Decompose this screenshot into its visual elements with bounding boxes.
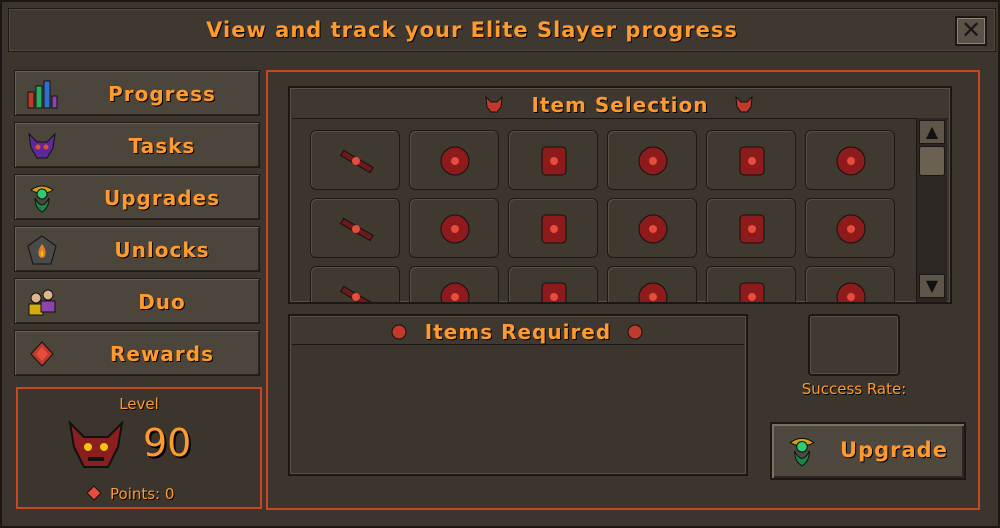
items-required-title: Items Required [424,320,612,344]
bow-weapon-icon [339,285,374,302]
item-slot[interactable] [607,130,697,190]
chaps-icon [638,282,668,302]
item-slot[interactable] [310,266,400,302]
two-players-icon [28,289,56,316]
scroll-up-icon[interactable]: ▲ [919,120,945,144]
level-value: 90 [143,421,192,465]
item-grid [290,118,910,302]
window-title: View and track your Elite Slayer progres… [206,18,738,42]
item-slot[interactable] [508,130,598,190]
item-selection-header: Item Selection [292,90,948,119]
red-gem-icon [627,324,643,340]
flame-badge-icon [27,235,57,265]
points-label: Points: 0 [110,485,175,503]
item-scrollbar[interactable]: ▲ ▼ [916,118,947,302]
item-slot[interactable] [805,198,895,258]
item-slot[interactable] [409,198,499,258]
item-selection-panel: Item Selection ▲ ▼ [288,86,952,304]
mage-hat-icon [440,214,470,244]
sidebar-item-label: Progress [108,82,216,106]
helmet-icon [440,146,470,176]
success-rate-label: Success Rate: [801,380,907,398]
item-slot[interactable] [409,266,499,302]
demon-head-icon [28,132,56,159]
sidebar-item-label: Duo [138,290,186,314]
chestplate-icon [541,214,567,244]
close-button[interactable]: ✕ [955,16,987,46]
sidebar-item-unlocks[interactable]: Unlocks [14,226,260,272]
item-slot[interactable] [805,266,895,302]
level-label: Level [119,395,159,413]
bar-chart-icon [27,80,58,109]
vambraces-icon [836,214,866,244]
sidebar-item-label: Upgrades [103,186,221,210]
slayer-demon-icon [68,420,124,468]
item-slot[interactable] [409,130,499,190]
points-gem-icon [86,485,102,501]
item-slot[interactable] [310,198,400,258]
item-selection-title: Item Selection [531,93,709,117]
platebody-icon [541,146,567,176]
sidebar-item-duo[interactable]: Duo [14,278,260,324]
gloves-icon [836,146,866,176]
items-required-header: Items Required [292,318,744,345]
red-gem-icon [30,341,54,367]
staff-weapon-icon [339,217,374,242]
mage-boots-icon [739,214,765,244]
item-slot[interactable] [607,198,697,258]
item-slot[interactable] [508,266,598,302]
sidebar-item-tasks[interactable]: Tasks [14,122,260,168]
item-slot[interactable] [607,266,697,302]
sidebar-item-rewards[interactable]: Rewards [14,330,260,376]
level-panel: Level 90 Points: 0 [16,387,262,509]
sidebar-item-label: Rewards [109,342,215,366]
upgrade-orb-icon [789,437,815,467]
sidebar-item-label: Unlocks [114,238,210,262]
boots-icon [739,282,765,302]
item-slot[interactable] [706,198,796,258]
hood-icon [440,282,470,302]
scroll-down-icon[interactable]: ▼ [919,274,945,298]
boots-icon [739,146,765,176]
item-slot[interactable] [706,130,796,190]
platelegs-icon [638,146,668,176]
body-armour-icon [541,282,567,302]
sidebar-item-label: Tasks [128,134,196,158]
item-slot[interactable] [706,266,796,302]
demon-badge-icon [735,95,753,113]
success-rate-slot [808,314,900,376]
upgrade-button[interactable]: Upgrade [770,422,966,480]
upgrade-orb-icon [30,185,54,213]
item-slot[interactable] [805,130,895,190]
items-required-panel: Items Required [288,314,748,476]
elite-slayer-window: View and track your Elite Slayer progres… [0,0,1000,528]
item-slot[interactable] [508,198,598,258]
sidebar-item-upgrades[interactable]: Upgrades [14,174,260,220]
scroll-thumb[interactable] [919,146,945,176]
gloves-icon [836,282,866,302]
item-slot[interactable] [310,130,400,190]
upgrade-button-label: Upgrade [840,438,948,462]
sidebar-item-progress[interactable]: Progress [14,70,260,116]
robe-icon [638,214,668,244]
scythe-weapon-icon [339,149,374,174]
title-bar: View and track your Elite Slayer progres… [8,8,996,52]
